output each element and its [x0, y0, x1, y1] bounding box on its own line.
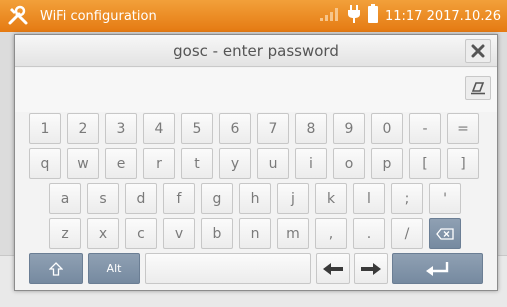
key-period[interactable]: .	[353, 218, 385, 249]
status-time: 11:17 2017.10.26	[384, 8, 501, 24]
key-y[interactable]: y	[219, 148, 251, 179]
key-o[interactable]: o	[333, 148, 365, 179]
arrow-left-icon	[323, 262, 343, 275]
key-semicolon[interactable]: ;	[391, 183, 423, 214]
key-6[interactable]: 6	[219, 113, 251, 144]
password-input[interactable]	[23, 76, 463, 102]
dialog-header: gosc - enter password	[15, 35, 497, 67]
key-apostrophe[interactable]: '	[429, 183, 461, 214]
key-v[interactable]: v	[163, 218, 195, 249]
key-g[interactable]: g	[201, 183, 233, 214]
keyboard-row-5: Alt	[29, 253, 485, 284]
dialog-title: gosc - enter password	[173, 41, 339, 60]
arrow-left-key[interactable]	[316, 253, 350, 284]
arrow-right-icon	[361, 262, 381, 275]
key-l[interactable]: l	[353, 183, 385, 214]
key-p[interactable]: p	[371, 148, 403, 179]
alt-key[interactable]: Alt	[88, 253, 140, 284]
key-n[interactable]: n	[239, 218, 271, 249]
key-0[interactable]: 0	[371, 113, 403, 144]
key-4[interactable]: 4	[143, 113, 175, 144]
key-equals[interactable]: =	[447, 113, 479, 144]
status-bar: WiFi configuration 11:17 2017.10.26	[0, 0, 507, 32]
arrow-right-key[interactable]	[354, 253, 388, 284]
key-a[interactable]: a	[49, 183, 81, 214]
key-s[interactable]: s	[87, 183, 119, 214]
eraser-icon	[471, 82, 485, 95]
key-h[interactable]: h	[239, 183, 271, 214]
key-bracket-left[interactable]: [	[409, 148, 441, 179]
on-screen-keyboard: 1 2 3 4 5 6 7 8 9 0 - = q w e r t y u i …	[15, 113, 497, 289]
key-k[interactable]: k	[315, 183, 347, 214]
window-title: WiFi configuration	[40, 8, 157, 24]
battery-icon	[367, 4, 379, 28]
key-w[interactable]: w	[67, 148, 99, 179]
close-icon	[471, 44, 485, 58]
backspace-icon	[436, 227, 454, 240]
key-minus[interactable]: -	[409, 113, 441, 144]
key-5[interactable]: 5	[181, 113, 213, 144]
password-dialog: gosc - enter password 1 2 3 4 5 6 7 8 9 …	[14, 34, 498, 291]
shift-key[interactable]	[29, 253, 83, 284]
key-d[interactable]: d	[125, 183, 157, 214]
key-7[interactable]: 7	[257, 113, 289, 144]
key-2[interactable]: 2	[67, 113, 99, 144]
key-q[interactable]: q	[29, 148, 61, 179]
key-j[interactable]: j	[277, 183, 309, 214]
key-u[interactable]: u	[257, 148, 289, 179]
key-comma[interactable]: ,	[315, 218, 347, 249]
backspace-key[interactable]	[429, 218, 461, 249]
key-r[interactable]: r	[143, 148, 175, 179]
shift-icon	[49, 261, 63, 276]
key-9[interactable]: 9	[333, 113, 365, 144]
close-button[interactable]	[465, 39, 491, 63]
clear-button[interactable]	[465, 76, 491, 100]
enter-key[interactable]	[392, 253, 483, 284]
key-b[interactable]: b	[201, 218, 233, 249]
input-area	[15, 68, 497, 112]
tools-icon[interactable]	[4, 2, 32, 30]
key-bracket-right[interactable]: ]	[447, 148, 479, 179]
key-3[interactable]: 3	[105, 113, 137, 144]
key-z[interactable]: z	[49, 218, 81, 249]
key-f[interactable]: f	[163, 183, 195, 214]
key-c[interactable]: c	[125, 218, 157, 249]
key-e[interactable]: e	[105, 148, 137, 179]
key-1[interactable]: 1	[29, 113, 61, 144]
key-m[interactable]: m	[277, 218, 309, 249]
signal-icon	[319, 6, 341, 26]
key-x[interactable]: x	[87, 218, 119, 249]
enter-icon	[425, 261, 448, 276]
plug-icon	[347, 5, 361, 27]
space-key[interactable]	[145, 253, 311, 284]
key-t[interactable]: t	[181, 148, 213, 179]
key-8[interactable]: 8	[295, 113, 327, 144]
key-slash[interactable]: /	[391, 218, 423, 249]
key-i[interactable]: i	[295, 148, 327, 179]
